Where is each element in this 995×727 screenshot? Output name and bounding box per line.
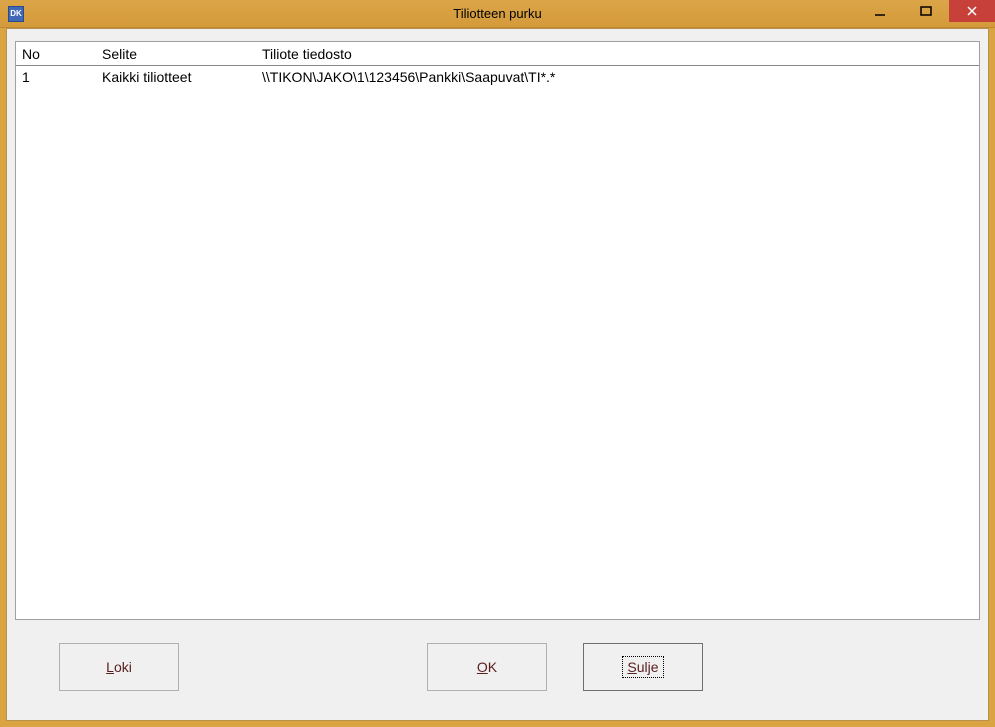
titlebar: DK Tiliotteen purku <box>0 0 995 28</box>
minimize-icon <box>874 5 886 17</box>
table-panel: No Selite Tiliote tiedosto 1 Kaikki tili… <box>15 41 980 620</box>
close-button[interactable] <box>949 0 995 22</box>
window-title: Tiliotteen purku <box>453 6 541 21</box>
header-tiedosto[interactable]: Tiliote tiedosto <box>260 46 979 62</box>
client-area: No Selite Tiliote tiedosto 1 Kaikki tili… <box>6 28 989 721</box>
minimize-button[interactable] <box>857 0 903 22</box>
button-bar: Loki OK Sulje <box>7 642 988 692</box>
maximize-button[interactable] <box>903 0 949 22</box>
window-controls <box>857 0 995 22</box>
loki-button[interactable]: Loki <box>59 643 179 691</box>
table-row[interactable]: 1 Kaikki tiliotteet \\TIKON\JAKO\1\12345… <box>16 66 979 88</box>
header-no[interactable]: No <box>16 46 100 62</box>
sulje-button[interactable]: Sulje <box>583 643 703 691</box>
table-header: No Selite Tiliote tiedosto <box>16 42 979 66</box>
sulje-button-label: Sulje <box>622 656 663 678</box>
window: DK Tiliotteen purku <box>0 0 995 727</box>
cell-no: 1 <box>16 69 100 85</box>
ok-button[interactable]: OK <box>427 643 547 691</box>
header-selite[interactable]: Selite <box>100 46 260 62</box>
app-icon: DK <box>8 6 24 22</box>
app-icon-text: DK <box>10 9 22 18</box>
cell-selite: Kaikki tiliotteet <box>100 69 260 85</box>
ok-button-label: OK <box>477 659 497 675</box>
maximize-icon <box>920 5 932 17</box>
loki-button-label: Loki <box>106 659 132 675</box>
cell-tiedosto: \\TIKON\JAKO\1\123456\Pankki\Saapuvat\TI… <box>260 69 979 85</box>
close-icon <box>966 5 978 17</box>
